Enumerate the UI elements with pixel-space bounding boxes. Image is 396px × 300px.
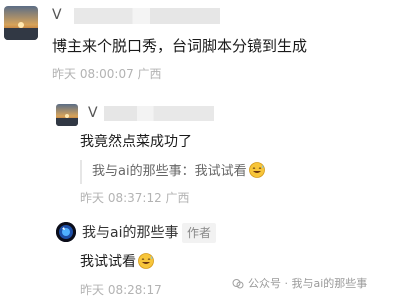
comment-item: V 博主来个脱口秀，台词脚本分镜到生成 昨天 08:00:07 广西 [0, 0, 396, 92]
comment-thread: V 博主来个脱口秀，台词脚本分镜到生成 昨天 08:00:07 广西 V 我竟然… [0, 0, 396, 300]
grinning-sweat-emoji-icon [137, 253, 155, 269]
reply-text-content: 我试试看 [80, 254, 136, 270]
reply-meta: 昨天 08:28:17 [80, 283, 162, 297]
quote-text: 我与ai的那些事：我试试看 [92, 164, 247, 179]
username-mosaic [74, 8, 220, 24]
comment-meta: 昨天 08:00:07 广西 [52, 67, 162, 81]
author-badge: 作者 [182, 223, 217, 243]
comment-text: 博主来个脱口秀，台词脚本分镜到生成 [52, 37, 308, 55]
author-username[interactable]: 我与ai的那些事 [82, 224, 178, 242]
grinning-sweat-emoji-icon [248, 162, 266, 178]
watermark: 公众号 · 我与ai的那些事 [232, 276, 367, 292]
comment-username[interactable]: V [52, 6, 62, 24]
username-mosaic [104, 106, 214, 121]
reply-text: 我竟然点菜成功了 [80, 134, 192, 150]
reply-meta: 昨天 08:37:12 广西 [80, 191, 190, 205]
author-avatar[interactable] [56, 222, 76, 242]
reply-item: V 我竟然点菜成功了 我与ai的那些事：我试试看 昨天 08:37:12 广西 [0, 96, 396, 208]
avatar[interactable] [4, 6, 38, 40]
reply-quote: 我与ai的那些事：我试试看 [80, 160, 312, 184]
watermark-text: 公众号 · 我与ai的那些事 [248, 277, 368, 290]
avatar[interactable] [56, 104, 78, 126]
wechat-official-account-icon [232, 279, 244, 289]
reply-username[interactable]: V [88, 104, 98, 122]
reply-text: 我试试看 [80, 253, 155, 271]
